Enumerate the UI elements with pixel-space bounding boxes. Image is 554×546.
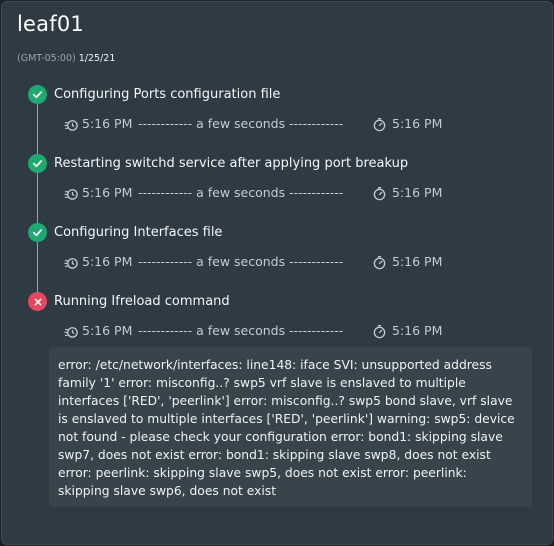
step-timing: 5:16 PM ------------ a few seconds -----… — [62, 185, 462, 201]
job-status-panel: leaf01 (GMT-05:00) 1/25/21 Configuring P… — [1, 1, 553, 545]
check-circle-icon — [28, 223, 47, 242]
x-circle-icon — [28, 292, 47, 311]
end-time: 5:16 PM — [392, 116, 443, 131]
step-label: Restarting switchd service after applyin… — [54, 156, 409, 171]
date-label: 1/25/21 — [78, 53, 116, 64]
start-timer-icon — [64, 258, 78, 269]
duration-label: ------------ a few seconds ------------ — [138, 254, 344, 269]
start-time: 5:16 PM — [82, 254, 133, 269]
stopwatch-icon — [373, 118, 386, 132]
step-timing: 5:16 PM ------------ a few seconds -----… — [62, 254, 462, 270]
duration-label: ------------ a few seconds ------------ — [138, 116, 344, 131]
step-timing: 5:16 PM ------------ a few seconds -----… — [62, 323, 462, 339]
stopwatch-icon — [373, 187, 386, 201]
duration-label: ------------ a few seconds ------------ — [138, 185, 344, 200]
timezone-label: (GMT-05:00) — [17, 53, 76, 64]
timestamp-line: (GMT-05:00) 1/25/21 — [17, 53, 115, 64]
start-timer-icon — [64, 189, 78, 200]
step-label: Configuring Interfaces file — [54, 225, 223, 240]
start-time: 5:16 PM — [82, 116, 133, 131]
end-time: 5:16 PM — [392, 323, 443, 338]
timeline-connector — [37, 102, 38, 300]
step-timing: 5:16 PM ------------ a few seconds -----… — [62, 116, 462, 132]
stopwatch-icon — [373, 325, 386, 339]
error-message: error: /etc/network/interfaces: line148:… — [58, 358, 515, 498]
step-label: Running Ifreload command — [54, 294, 230, 309]
stopwatch-icon — [373, 256, 386, 270]
step-label: Configuring Ports configuration file — [54, 87, 281, 102]
end-time: 5:16 PM — [392, 254, 443, 269]
start-timer-icon — [64, 327, 78, 338]
start-time: 5:16 PM — [82, 323, 133, 338]
device-title: leaf01 — [17, 12, 84, 36]
start-time: 5:16 PM — [82, 185, 133, 200]
error-output: error: /etc/network/interfaces: line148:… — [49, 347, 532, 507]
check-circle-icon — [28, 154, 47, 173]
start-timer-icon — [64, 120, 78, 131]
check-circle-icon — [28, 85, 47, 104]
end-time: 5:16 PM — [392, 185, 443, 200]
duration-label: ------------ a few seconds ------------ — [138, 323, 344, 338]
